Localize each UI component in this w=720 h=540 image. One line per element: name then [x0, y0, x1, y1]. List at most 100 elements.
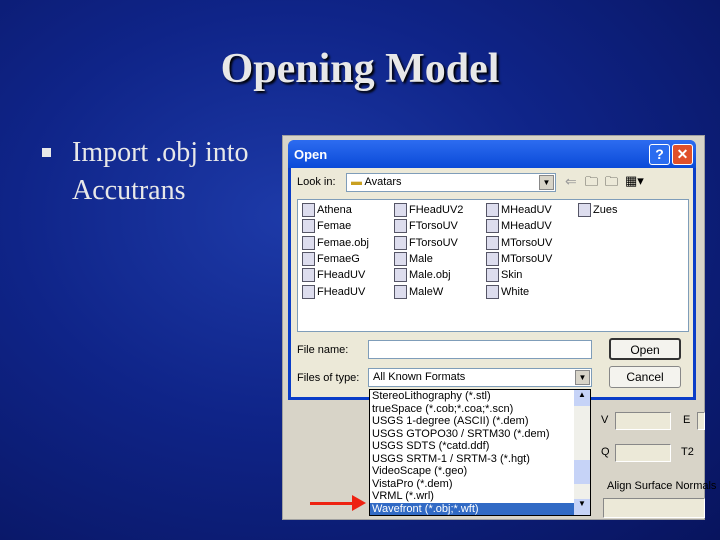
help-button[interactable]: ?: [649, 144, 670, 165]
v-field[interactable]: [615, 412, 671, 430]
bullet-line-1: Import .obj into: [72, 137, 249, 168]
file-item[interactable]: Skin: [486, 268, 522, 283]
back-icon[interactable]: ⇐: [565, 173, 577, 190]
file-icon: [394, 219, 407, 234]
file-icon: [486, 268, 499, 283]
file-name: FHeadUV2: [409, 204, 464, 216]
bullet-line-2: Accutrans: [72, 175, 186, 206]
file-item[interactable]: Femae.obj: [302, 235, 369, 250]
e-field[interactable]: [697, 412, 705, 430]
file-item[interactable]: FTorsoUV: [394, 235, 458, 250]
file-icon: [486, 203, 499, 217]
file-item[interactable]: FHeadUV: [302, 268, 366, 283]
file-icon: [302, 235, 315, 250]
file-item[interactable]: MHeadUV: [486, 203, 552, 217]
file-type-option[interactable]: StereoLithography (*.stl): [370, 390, 574, 403]
file-item[interactable]: FHeadUV: [302, 284, 366, 299]
file-icon: [302, 268, 315, 283]
file-name: Femae.obj: [317, 236, 369, 249]
file-item[interactable]: MTorsoUV: [486, 235, 553, 250]
file-item[interactable]: Zues: [578, 203, 617, 217]
scroll-thumb[interactable]: [574, 460, 590, 484]
bullet-text: Import .obj into Accutrans: [72, 134, 249, 210]
file-icon: [394, 235, 407, 250]
file-name: Athena: [317, 204, 352, 216]
file-icon: [394, 251, 407, 266]
file-icon: [394, 203, 407, 217]
t2-label: T2: [681, 446, 694, 458]
file-icon: [578, 203, 591, 217]
file-name: MTorsoUV: [501, 252, 553, 265]
file-name: MaleW: [409, 285, 444, 298]
chevron-down-icon[interactable]: ▼: [575, 370, 590, 385]
file-item[interactable]: Male: [394, 251, 433, 266]
slide-title: Opening Model: [220, 46, 500, 92]
file-name: FHeadUV: [317, 285, 366, 298]
file-name: FHeadUV: [317, 269, 366, 282]
file-name: Femae: [317, 220, 352, 233]
red-arrow-icon: [310, 502, 358, 505]
file-name: Male: [409, 252, 433, 265]
cancel-button[interactable]: Cancel: [609, 366, 681, 388]
open-dialog: Open ? ✕ Look in: ▬ Avatars ▼ ⇐ 🗀 🗀 ▦▾ At…: [288, 140, 696, 400]
scroll-down-icon[interactable]: ▼: [574, 499, 590, 515]
file-type-option[interactable]: USGS SDTS (*catd.ddf): [370, 440, 574, 453]
files-of-type-label: Files of type:: [297, 372, 360, 384]
scroll-up-icon[interactable]: ▲: [574, 390, 590, 406]
open-button[interactable]: Open: [609, 338, 681, 360]
view-menu-icon[interactable]: ▦▾: [625, 173, 644, 189]
file-item[interactable]: MaleW: [394, 284, 444, 299]
align-field[interactable]: [603, 498, 705, 518]
file-item[interactable]: FemaeG: [302, 251, 360, 266]
close-button[interactable]: ✕: [672, 144, 693, 165]
look-in-label: Look in:: [297, 176, 336, 188]
file-item[interactable]: MHeadUV: [486, 219, 552, 234]
file-icon: [394, 284, 407, 299]
file-name: FemaeG: [317, 252, 360, 265]
file-name: MTorsoUV: [501, 236, 553, 249]
file-item[interactable]: Femae: [302, 219, 352, 234]
chevron-down-icon[interactable]: ▼: [539, 175, 554, 190]
dialog-titlebar: Open ? ✕: [288, 140, 696, 168]
file-type-option[interactable]: VistaPro (*.dem): [370, 478, 574, 491]
files-of-type-select[interactable]: All Known Formats ▼: [368, 368, 592, 387]
look-in-combo[interactable]: ▬ Avatars ▼: [346, 173, 556, 192]
file-item[interactable]: FTorsoUV: [394, 219, 458, 234]
look-in-value: Avatars: [364, 176, 402, 188]
file-type-option[interactable]: VideoScape (*.geo): [370, 465, 574, 478]
dialog-title: Open: [294, 147, 328, 162]
file-type-option[interactable]: Wavefront (*.obj;*.wft): [370, 502, 574, 515]
red-arrowhead-icon: [352, 495, 366, 511]
file-item[interactable]: Male.obj: [394, 268, 451, 283]
file-name: FTorsoUV: [409, 220, 458, 233]
file-item[interactable]: FHeadUV2: [394, 203, 463, 217]
bullet-icon: [42, 148, 51, 157]
scrollbar[interactable]: ▲ ▼: [574, 390, 590, 515]
file-item[interactable]: MTorsoUV: [486, 251, 553, 266]
file-icon: [302, 203, 315, 217]
file-type-option[interactable]: USGS SRTM-1 / SRTM-3 (*.hgt): [370, 453, 574, 466]
file-type-option[interactable]: trueSpace (*.cob;*.coa;*.scn): [370, 403, 574, 416]
up-folder-icon[interactable]: 🗀: [585, 173, 598, 195]
file-icon: [394, 268, 407, 283]
q-field[interactable]: [615, 444, 671, 462]
file-type-option[interactable]: USGS 1-degree (ASCII) (*.dem): [370, 415, 574, 428]
file-name: MHeadUV: [501, 204, 552, 216]
files-of-type-value: All Known Formats: [373, 371, 466, 383]
new-folder-icon[interactable]: 🗀: [605, 173, 618, 195]
file-icon: [302, 219, 315, 234]
file-type-dropdown[interactable]: StereoLithography (*.stl) trueSpace (*.co…: [369, 389, 591, 516]
file-list[interactable]: Athena FHeadUV2 MHeadUV Zues Femae FTorsoUV MH…: [297, 199, 689, 332]
file-icon: [486, 219, 499, 234]
q-label: Q: [601, 446, 610, 458]
file-type-option[interactable]: VRML (*.wrl): [370, 490, 574, 503]
e-label: E: [683, 414, 691, 426]
v-label: V: [601, 414, 609, 426]
file-item[interactable]: Athena: [302, 203, 352, 217]
file-name: FTorsoUV: [409, 236, 458, 249]
file-type-option[interactable]: USGS GTOPO30 / SRTM30 (*.dem): [370, 428, 574, 441]
file-item[interactable]: White: [486, 284, 529, 299]
file-name: MHeadUV: [501, 220, 552, 233]
file-icon: [486, 235, 499, 250]
file-name-input[interactable]: [368, 340, 592, 359]
